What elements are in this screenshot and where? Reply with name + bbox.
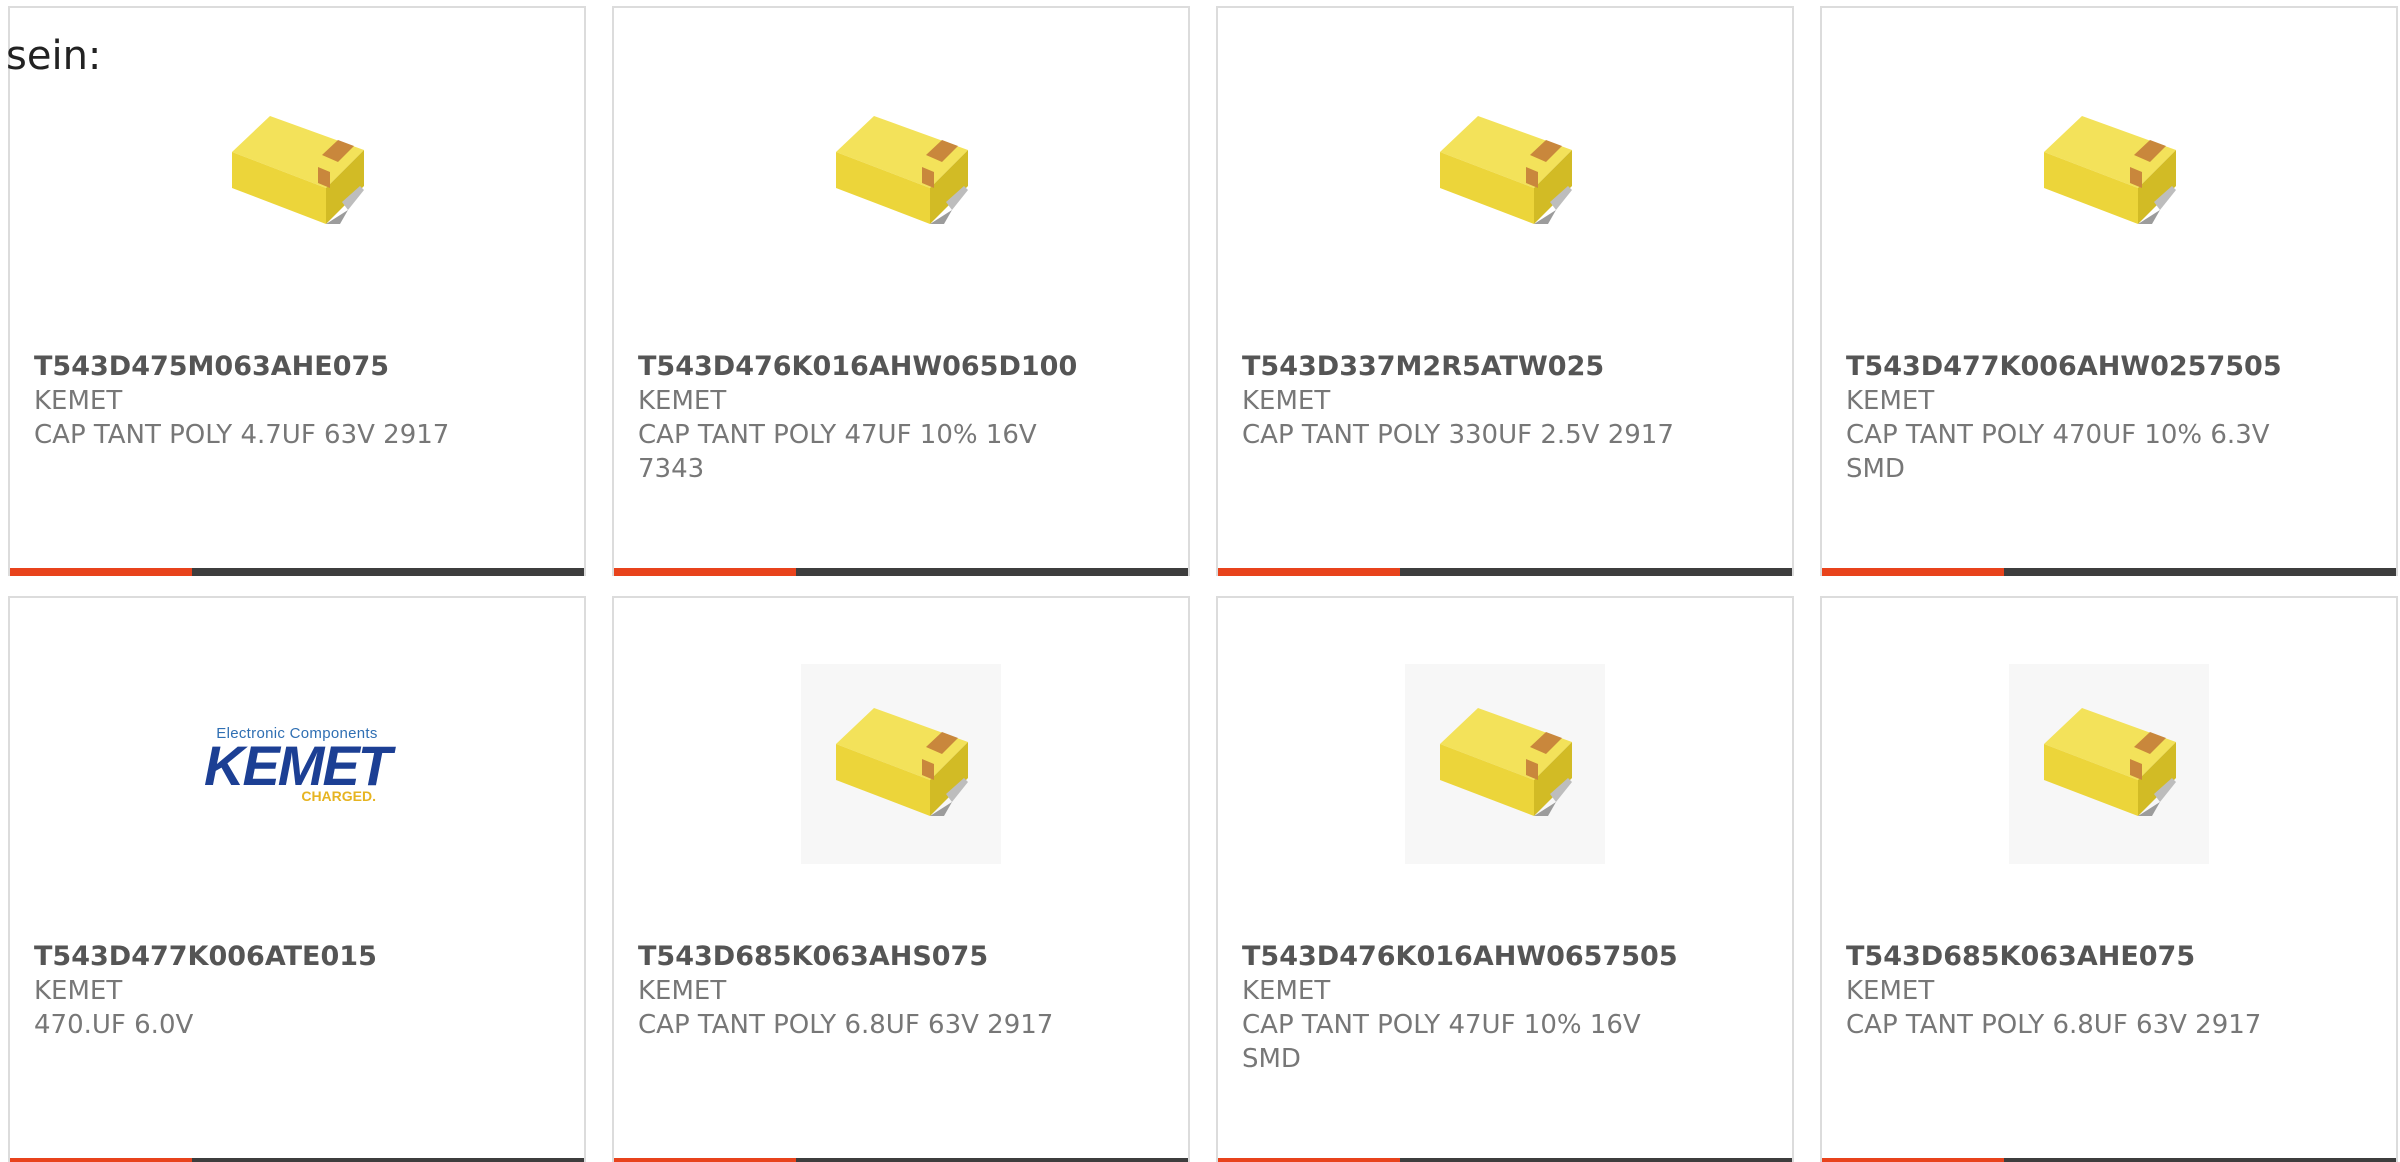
product-description: CAP TANT POLY 470UF 10% 6.3V SMD bbox=[1846, 420, 2270, 484]
product-card[interactable]: T543D685K063AHE075 KEMET CAP TANT POLY 6.8… bbox=[1820, 596, 2398, 1162]
product-description: CAP TANT POLY 4.7UF 63V 2917 bbox=[34, 420, 450, 450]
brand-name: KEMET bbox=[1242, 386, 1331, 416]
product-image[interactable]: Electronic Components KEMET CHARGED. bbox=[10, 664, 584, 864]
brand-name: KEMET bbox=[1242, 976, 1331, 1006]
product-info: T543D476K016AHW065D100 KEMET CAP TANT POLY… bbox=[638, 350, 1164, 486]
product-grid: T543D475M063AHE075 KEMET CAP TANT POLY 4.7… bbox=[8, 6, 2400, 1162]
card-bottom-bar bbox=[10, 568, 584, 576]
product-info: T543D337M2R5ATW025 KEMET CAP TANT POLY 330… bbox=[1242, 350, 1768, 452]
card-accent bbox=[614, 1158, 796, 1162]
product-description: CAP TANT POLY 6.8UF 63V 2917 bbox=[638, 1010, 1054, 1040]
product-image[interactable] bbox=[10, 74, 584, 274]
card-accent bbox=[614, 568, 796, 576]
card-accent bbox=[1822, 568, 2004, 576]
product-info: T543D477K006AHW0257505 KEMET CAP TANT POLY… bbox=[1846, 350, 2372, 486]
capacitor-icon bbox=[2009, 664, 2209, 864]
part-number[interactable]: T543D337M2R5ATW025 bbox=[1242, 350, 1768, 384]
part-number[interactable]: T543D475M063AHE075 bbox=[34, 350, 560, 384]
card-bottom-bar bbox=[1822, 568, 2396, 576]
card-bottom-bar bbox=[1218, 1158, 1792, 1162]
product-info: T543D685K063AHS075 KEMET CAP TANT POLY 6.8… bbox=[638, 940, 1164, 1042]
card-accent bbox=[1218, 1158, 1400, 1162]
product-description: CAP TANT POLY 47UF 10% 16V 7343 bbox=[638, 420, 1037, 484]
card-accent bbox=[1822, 1158, 2004, 1162]
product-card[interactable]: Electronic Components KEMET CHARGED. T543D4… bbox=[8, 596, 586, 1162]
card-bottom-bar bbox=[1822, 1158, 2396, 1162]
part-number[interactable]: T543D477K006AHW0257505 bbox=[1846, 350, 2372, 384]
product-description: CAP TANT POLY 6.8UF 63V 2917 bbox=[1846, 1010, 2262, 1040]
product-info: T543D477K006ATE015 KEMET 470.UF 6.0V bbox=[34, 940, 560, 1042]
capacitor-icon bbox=[2034, 112, 2184, 236]
product-info: T543D476K016AHW0657505 KEMET CAP TANT POLY… bbox=[1242, 940, 1768, 1076]
brand-name: KEMET bbox=[1846, 976, 1935, 1006]
card-bottom-bar bbox=[614, 568, 1188, 576]
kemet-logo: Electronic Components KEMET CHARGED. bbox=[204, 725, 392, 804]
product-image[interactable] bbox=[1822, 74, 2396, 274]
part-number[interactable]: T543D477K006ATE015 bbox=[34, 940, 560, 974]
intro-text: sein: bbox=[6, 33, 102, 79]
logo-name: KEMET bbox=[204, 733, 392, 797]
brand-name: KEMET bbox=[34, 386, 123, 416]
product-image[interactable] bbox=[1218, 664, 1792, 864]
brand-name: KEMET bbox=[638, 386, 727, 416]
product-description: CAP TANT POLY 47UF 10% 16V SMD bbox=[1242, 1010, 1641, 1074]
product-image[interactable] bbox=[1822, 664, 2396, 864]
brand-name: KEMET bbox=[34, 976, 123, 1006]
capacitor-icon bbox=[801, 664, 1001, 864]
part-number[interactable]: T543D685K063AHS075 bbox=[638, 940, 1164, 974]
product-image[interactable] bbox=[1218, 74, 1792, 274]
product-card[interactable]: T543D475M063AHE075 KEMET CAP TANT POLY 4.7… bbox=[8, 6, 586, 576]
part-number[interactable]: T543D476K016AHW0657505 bbox=[1242, 940, 1768, 974]
card-accent bbox=[1218, 568, 1400, 576]
capacitor-icon bbox=[222, 112, 372, 236]
product-description: 470.UF 6.0V bbox=[34, 1010, 194, 1040]
product-page: sein: T543D475M063AHE075 KEMET CAP TANT PO… bbox=[0, 0, 2400, 1162]
product-info: T543D475M063AHE075 KEMET CAP TANT POLY 4.7… bbox=[34, 350, 560, 452]
product-card[interactable]: T543D337M2R5ATW025 KEMET CAP TANT POLY 330… bbox=[1216, 6, 1794, 576]
card-bottom-bar bbox=[614, 1158, 1188, 1162]
brand-name: KEMET bbox=[1846, 386, 1935, 416]
product-image[interactable] bbox=[614, 74, 1188, 274]
product-card[interactable]: T543D476K016AHW0657505 KEMET CAP TANT POLY… bbox=[1216, 596, 1794, 1162]
product-card[interactable]: T543D477K006AHW0257505 KEMET CAP TANT POLY… bbox=[1820, 6, 2398, 576]
logo-slogan: CHARGED. bbox=[301, 787, 376, 804]
card-accent bbox=[10, 1158, 192, 1162]
product-info: T543D685K063AHE075 KEMET CAP TANT POLY 6.8… bbox=[1846, 940, 2372, 1042]
product-description: CAP TANT POLY 330UF 2.5V 2917 bbox=[1242, 420, 1674, 450]
product-image[interactable] bbox=[614, 664, 1188, 864]
card-bottom-bar bbox=[1218, 568, 1792, 576]
card-bottom-bar bbox=[10, 1158, 584, 1162]
product-card[interactable]: T543D685K063AHS075 KEMET CAP TANT POLY 6.8… bbox=[612, 596, 1190, 1162]
capacitor-icon bbox=[1405, 664, 1605, 864]
part-number[interactable]: T543D685K063AHE075 bbox=[1846, 940, 2372, 974]
brand-name: KEMET bbox=[638, 976, 727, 1006]
part-number[interactable]: T543D476K016AHW065D100 bbox=[638, 350, 1164, 384]
capacitor-icon bbox=[1430, 112, 1580, 236]
product-card[interactable]: T543D476K016AHW065D100 KEMET CAP TANT POLY… bbox=[612, 6, 1190, 576]
capacitor-icon bbox=[826, 112, 976, 236]
card-accent bbox=[10, 568, 192, 576]
